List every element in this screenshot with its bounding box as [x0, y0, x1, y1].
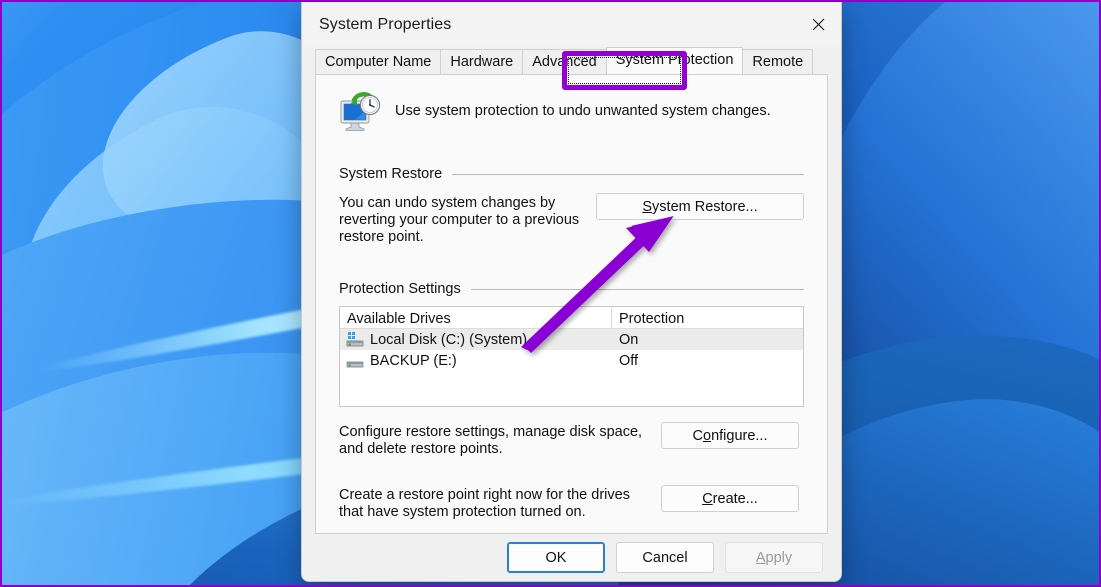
tab-strip: Computer Name Hardware Advanced System P… [315, 47, 828, 74]
apply-button: Apply [725, 542, 823, 573]
cancel-button[interactable]: Cancel [616, 542, 714, 573]
configure-button[interactable]: Co nfigure... [661, 422, 799, 449]
create-button[interactable]: Create... [661, 485, 799, 512]
window-title: System Properties [319, 15, 452, 33]
drive-icon [346, 361, 364, 367]
dialog-button-bar: OK Cancel Apply [302, 534, 841, 581]
btn-accel: C [702, 490, 713, 507]
system-restore-row: You can undo system changes by reverting… [339, 193, 804, 246]
tab-system-protection[interactable]: System Protection [605, 47, 744, 74]
btn-prefix: C [692, 427, 703, 444]
column-header-protection[interactable]: Protection [612, 307, 803, 328]
create-description: Create a restore point right now for the… [339, 487, 630, 520]
system-drive-icon [346, 331, 364, 346]
btn-accel: S [642, 198, 653, 215]
drive-name: BACKUP (E:) [370, 352, 457, 369]
btn-suffix: pply [765, 549, 793, 566]
table-row[interactable]: BACKUP (E:) Off [340, 350, 803, 371]
available-drives-table[interactable]: Available Drives Protection Local Disk (… [339, 306, 804, 407]
group-divider [452, 173, 804, 175]
system-protection-panel: Use system protection to undo unwanted s… [315, 74, 828, 534]
system-restore-group: System Restore You can undo system chang… [339, 166, 804, 246]
system-restore-group-label: System Restore [339, 166, 443, 182]
drive-name: Local Disk (C:) (System) [370, 331, 528, 348]
configure-row: Configure restore settings, manage disk … [339, 422, 804, 458]
tab-hardware[interactable]: Hardware [440, 49, 524, 74]
column-header-available-drives[interactable]: Available Drives [340, 307, 612, 328]
title-bar: System Properties [302, 2, 841, 47]
btn-suffix: nfigure... [711, 427, 768, 444]
drive-cell: BACKUP (E:) [340, 353, 612, 369]
protection-settings-group-label: Protection Settings [339, 281, 461, 297]
create-row: Create a restore point right now for the… [339, 485, 804, 521]
system-restore-button[interactable]: System Restore... [596, 193, 804, 220]
tab-computer-name[interactable]: Computer Name [315, 49, 442, 74]
close-icon[interactable] [795, 2, 841, 47]
btn-suffix: ystem Restore... [652, 198, 758, 215]
drive-cell: Local Disk (C:) (System) [340, 331, 612, 348]
system-restore-icon [340, 92, 381, 131]
table-header-row: Available Drives Protection [340, 307, 803, 329]
tab-remote[interactable]: Remote [742, 49, 814, 74]
ok-button[interactable]: OK [507, 542, 605, 573]
protection-status: On [619, 331, 639, 348]
system-properties-dialog: System Properties Computer Name Hardware… [301, 2, 842, 582]
protection-status: Off [619, 352, 639, 369]
panel-header-text: Use system protection to undo unwanted s… [395, 103, 771, 119]
btn-accel: A [755, 549, 766, 566]
tab-advanced[interactable]: Advanced [522, 49, 607, 74]
system-restore-group-header: System Restore [339, 166, 804, 182]
panel-header: Use system protection to undo unwanted s… [339, 91, 813, 133]
protection-settings-group-header: Protection Settings [339, 281, 804, 297]
configure-description: Configure restore settings, manage disk … [339, 424, 643, 457]
group-divider [470, 288, 804, 290]
protection-settings-group: Protection Settings [339, 281, 804, 297]
btn-suffix: reate... [712, 490, 758, 507]
system-restore-description: You can undo system changes by reverting… [339, 195, 580, 245]
btn-accel: o [702, 427, 712, 444]
screenshot-root: System Properties Computer Name Hardware… [0, 0, 1101, 587]
table-row[interactable]: Local Disk (C:) (System) On [340, 329, 803, 350]
